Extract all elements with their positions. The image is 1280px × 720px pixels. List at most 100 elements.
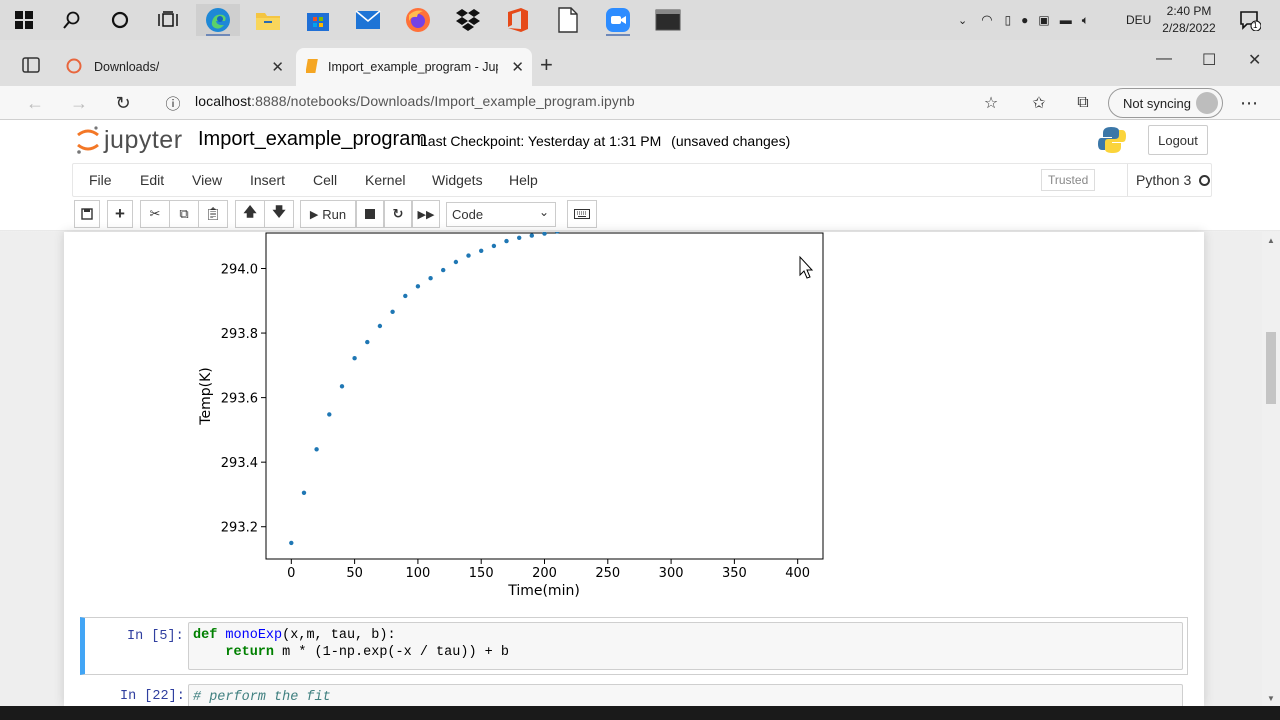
new-tab-icon[interactable]: + [540, 52, 553, 78]
cell-prompt: In [22]: [120, 689, 185, 704]
forward-icon[interactable]: → [68, 92, 90, 114]
clock[interactable]: 2:40 PM 2/28/2022 [1150, 3, 1228, 37]
tab-actions-icon[interactable] [22, 56, 40, 79]
scrollbar-thumb[interactable] [1266, 332, 1276, 404]
edge-icon[interactable] [196, 4, 240, 36]
volume-icon[interactable]: 🔈︎ [1082, 13, 1089, 28]
arrow-down-icon: 🡇 [272, 204, 286, 219]
maximize-icon[interactable]: ☐ [1202, 50, 1216, 70]
y-tick-label: 293.2 [221, 521, 258, 536]
microsoft-store-icon[interactable] [302, 4, 334, 36]
jupyter-logo[interactable]: jupyter [76, 125, 183, 155]
office-icon[interactable] [502, 4, 534, 36]
command-palette-button[interactable] [567, 200, 597, 228]
paste-icon: 📋︎ [204, 206, 222, 221]
more-options-icon[interactable]: ⋯ [1238, 92, 1260, 114]
scroll-down-icon[interactable]: ▼ [1267, 694, 1275, 703]
minimize-icon[interactable]: — [1156, 50, 1172, 68]
move-down-button[interactable]: 🡇 [264, 200, 294, 228]
restart-button[interactable]: ↻ [384, 200, 412, 228]
search-icon[interactable] [56, 4, 88, 36]
menu-kernel[interactable]: Kernel [365, 172, 405, 188]
menu-widgets[interactable]: Widgets [432, 172, 483, 188]
refresh-icon[interactable]: ↻ [112, 92, 134, 114]
code-cell[interactable]: In [5]: def monoExp(x,m, tau, b): return… [80, 617, 1188, 675]
tab-downloads[interactable]: Downloads/ ✕ [56, 48, 292, 86]
move-up-button[interactable]: 🡅 [235, 200, 265, 228]
data-point [289, 540, 294, 546]
battery-icon[interactable]: ▬ [1060, 13, 1072, 27]
terminal-icon[interactable] [652, 4, 684, 36]
file-icon[interactable] [552, 4, 584, 36]
language-indicator[interactable]: DEU [1126, 0, 1151, 40]
cell-type-select[interactable]: Code ⌄ [446, 202, 556, 227]
code-editor[interactable]: def monoExp(x,m, tau, b): return m * (1-… [188, 622, 1183, 670]
camera-icon[interactable]: ▣ [1038, 13, 1049, 27]
notebook-toolbar: + ✂ ⧉ 📋︎ 🡅 🡇 ▶ Run ↻ ▶▶ Code ⌄ [72, 200, 1212, 230]
notebook-name[interactable]: Import_example_program [198, 128, 427, 151]
restart-run-all-button[interactable]: ▶▶ [412, 200, 440, 228]
plus-icon: + [115, 204, 125, 223]
menu-insert[interactable]: Insert [250, 172, 285, 188]
zoom-icon[interactable] [602, 4, 634, 36]
menu-cell[interactable]: Cell [313, 172, 337, 188]
url-field[interactable]: localhost:8888/notebooks/Downloads/Impor… [195, 93, 635, 109]
chevron-up-icon[interactable]: ⌄ [958, 14, 967, 27]
kernel-indicator[interactable]: Python 3 [1127, 164, 1211, 196]
close-tab-icon[interactable]: ✕ [271, 58, 284, 76]
run-label: Run [322, 206, 347, 222]
save-button[interactable] [74, 200, 100, 228]
phone-link-icon[interactable]: ▯ [1005, 13, 1012, 27]
python-logo-icon [1097, 125, 1127, 160]
cut-button[interactable]: ✂ [140, 200, 170, 228]
dropbox-icon[interactable] [452, 4, 484, 36]
sync-button[interactable]: Not syncing [1108, 88, 1223, 118]
favorites-icon[interactable]: ✩ [1028, 92, 1050, 114]
wifi-icon[interactable]: ◠ [981, 12, 992, 28]
menu-edit[interactable]: Edit [140, 172, 164, 188]
trusted-indicator[interactable]: Trusted [1041, 169, 1096, 191]
run-button[interactable]: ▶ Run [300, 200, 356, 228]
task-view-icon[interactable] [152, 4, 184, 36]
copy-button[interactable]: ⧉ [169, 200, 199, 228]
mail-icon[interactable] [352, 4, 384, 36]
data-point [466, 253, 471, 258]
menu-view[interactable]: View [192, 172, 222, 188]
checkpoint-status: Last Checkpoint: Yesterday at 1:31 PM (u… [420, 133, 790, 149]
checkpoint-text: Last Checkpoint: Yesterday at 1:31 PM [420, 133, 662, 149]
firefox-icon[interactable] [402, 4, 434, 36]
page-scrollbar[interactable]: ▲ ▼ [1262, 232, 1280, 706]
data-point [314, 447, 319, 452]
url-path: :8888/notebooks/Downloads/Import_example… [251, 93, 635, 109]
kernel-name: Python 3 [1136, 172, 1192, 188]
logout-button[interactable]: Logout [1148, 125, 1208, 155]
cortana-icon[interactable] [104, 4, 136, 36]
url-host: localhost [195, 93, 252, 109]
data-point [415, 284, 421, 289]
notification-icon[interactable]: 1 [1234, 4, 1266, 36]
paste-button[interactable]: 📋︎ [198, 200, 228, 228]
data-point [504, 238, 509, 244]
insert-cell-button[interactable]: + [107, 200, 133, 228]
interrupt-button[interactable] [356, 200, 384, 228]
back-icon[interactable]: ← [24, 92, 46, 114]
info-icon[interactable]: ⓘ [162, 92, 184, 114]
collections-icon[interactable]: ⧉ [1072, 92, 1094, 114]
code-params: (x,m, tau, b): [282, 628, 396, 643]
unsaved-text: (unsaved changes) [671, 133, 791, 149]
y-tick-label: 294.0 [221, 263, 258, 278]
menu-help[interactable]: Help [509, 172, 538, 188]
close-window-icon[interactable]: ✕ [1248, 50, 1261, 70]
tab-import-example-program[interactable]: Import_example_program - Jupy ✕ [296, 48, 532, 86]
sync-label: Not syncing [1123, 95, 1191, 111]
code-keyword: return [225, 645, 275, 660]
add-favorite-icon[interactable]: ☆ [980, 92, 1002, 114]
close-tab-icon[interactable]: ✕ [511, 58, 524, 76]
file-explorer-icon[interactable] [252, 4, 284, 36]
menu-file[interactable]: File [89, 172, 112, 188]
data-point [428, 276, 433, 281]
scroll-up-icon[interactable]: ▲ [1267, 236, 1275, 245]
windows-start-icon[interactable] [8, 4, 40, 36]
microphone-icon[interactable]: ● [1021, 13, 1028, 27]
x-tick-label: 250 [595, 566, 620, 581]
